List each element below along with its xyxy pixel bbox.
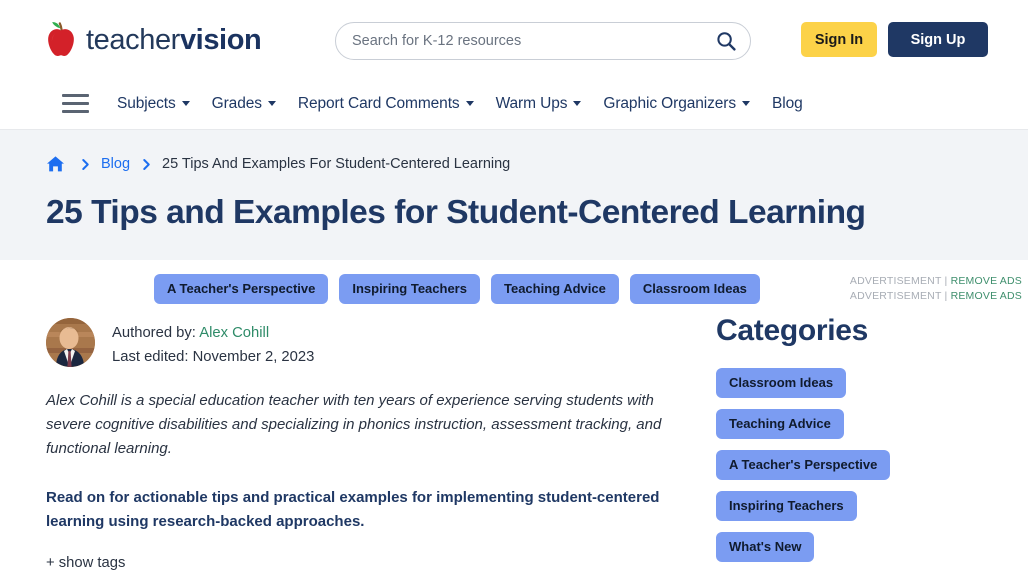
- remove-ads-link[interactable]: REMOVE ADS: [951, 290, 1022, 302]
- advertisement-label: ADVERTISEMENT: [850, 290, 941, 302]
- hamburger-bar: [62, 102, 89, 105]
- advertisement-notice: ADVERTISEMENT | REMOVE ADS: [708, 289, 1022, 304]
- advertisement-separator: |: [945, 275, 948, 287]
- chevron-down-icon: [742, 101, 750, 106]
- categories-heading: Categories: [708, 314, 1028, 348]
- page-header-band: Blog 25 Tips And Examples For Student-Ce…: [0, 130, 1028, 260]
- page-title: 25 Tips and Examples for Student-Centere…: [0, 194, 1028, 232]
- breadcrumb: Blog 25 Tips And Examples For Student-Ce…: [0, 152, 1028, 176]
- page-content: A Teacher's Perspective Inspiring Teache…: [0, 260, 1028, 572]
- remove-ads-link[interactable]: REMOVE ADS: [951, 275, 1022, 287]
- chevron-down-icon: [466, 101, 474, 106]
- article-tag[interactable]: Inspiring Teachers: [339, 274, 480, 304]
- chevron-down-icon: [182, 101, 190, 106]
- nav-label: Warm Ups: [496, 95, 568, 113]
- site-logo[interactable]: teachervision: [44, 18, 261, 62]
- sidebar: ADVERTISEMENT | REMOVE ADS ADVERTISEMENT…: [700, 274, 1028, 572]
- category-chip-inspiring-teachers[interactable]: Inspiring Teachers: [716, 491, 857, 521]
- logo-text-light: teacher: [86, 24, 180, 56]
- category-chip-whats-new[interactable]: What's New: [716, 532, 814, 562]
- chevron-down-icon: [268, 101, 276, 106]
- advertisement-separator: |: [945, 290, 948, 302]
- category-chip-a-teachers-perspective[interactable]: A Teacher's Perspective: [716, 450, 890, 480]
- category-chip-classroom-ideas[interactable]: Classroom Ideas: [716, 368, 846, 398]
- search-bar[interactable]: [335, 22, 751, 60]
- nav-item-blog[interactable]: Blog: [772, 95, 803, 113]
- sign-up-button[interactable]: Sign Up: [888, 22, 988, 57]
- hamburger-bar: [62, 94, 89, 97]
- article-lead-paragraph: Read on for actionable tips and practica…: [46, 486, 676, 536]
- category-chip-teaching-advice[interactable]: Teaching Advice: [716, 409, 844, 439]
- main-navigation: Subjects Grades Report Card Comments War…: [0, 78, 1028, 130]
- authored-by-label: Authored by:: [112, 325, 196, 341]
- author-meta: Authored by: Alex Cohill Last edited: No…: [112, 318, 314, 370]
- nav-item-warm-ups[interactable]: Warm Ups: [496, 95, 582, 113]
- chevron-right-icon: [78, 158, 92, 171]
- apple-icon: [44, 21, 78, 59]
- search-input[interactable]: [352, 33, 716, 49]
- breadcrumb-current: 25 Tips And Examples For Student-Centere…: [162, 156, 510, 172]
- author-block: Authored by: Alex Cohill Last edited: No…: [46, 318, 700, 370]
- article-tag-list: A Teacher's Perspective Inspiring Teache…: [46, 274, 700, 304]
- hamburger-icon[interactable]: [62, 94, 89, 114]
- nav-label: Graphic Organizers: [603, 95, 736, 113]
- breadcrumb-link-blog[interactable]: Blog: [101, 156, 130, 172]
- advertisement-label: ADVERTISEMENT: [850, 275, 941, 287]
- nav-item-report-card-comments[interactable]: Report Card Comments: [298, 95, 474, 113]
- last-edited-line: Last edited: November 2, 2023: [112, 345, 314, 369]
- authored-by-line: Authored by: Alex Cohill: [112, 321, 314, 345]
- avatar: [46, 318, 95, 367]
- hamburger-bar: [62, 110, 89, 113]
- author-bio: Alex Cohill is a special education teach…: [46, 389, 696, 462]
- chevron-down-icon: [573, 101, 581, 106]
- nav-item-subjects[interactable]: Subjects: [117, 95, 190, 113]
- logo-text-bold: vision: [180, 24, 261, 56]
- advertisement-notices: ADVERTISEMENT | REMOVE ADS ADVERTISEMENT…: [708, 274, 1028, 304]
- article-tag[interactable]: A Teacher's Perspective: [154, 274, 328, 304]
- show-tags-toggle[interactable]: + show tags: [46, 555, 125, 571]
- nav-label: Grades: [212, 95, 262, 113]
- author-name-link[interactable]: Alex Cohill: [199, 325, 269, 341]
- categories-list: Classroom Ideas Teaching Advice A Teache…: [708, 368, 1028, 562]
- article-tag[interactable]: Teaching Advice: [491, 274, 619, 304]
- chevron-right-icon: [139, 158, 153, 171]
- search-icon[interactable]: [716, 31, 736, 51]
- nav-label: Subjects: [117, 95, 176, 113]
- article-column: A Teacher's Perspective Inspiring Teache…: [0, 274, 700, 572]
- nav-label: Report Card Comments: [298, 95, 460, 113]
- sign-in-button[interactable]: Sign In: [801, 22, 877, 57]
- logo-wordmark: teachervision: [86, 26, 261, 55]
- nav-item-grades[interactable]: Grades: [212, 95, 276, 113]
- nav-label: Blog: [772, 95, 803, 113]
- home-icon[interactable]: [46, 155, 65, 173]
- advertisement-notice: ADVERTISEMENT | REMOVE ADS: [708, 274, 1022, 289]
- site-header: teachervision Sign In Sign Up: [0, 0, 1028, 78]
- nav-item-graphic-organizers[interactable]: Graphic Organizers: [603, 95, 750, 113]
